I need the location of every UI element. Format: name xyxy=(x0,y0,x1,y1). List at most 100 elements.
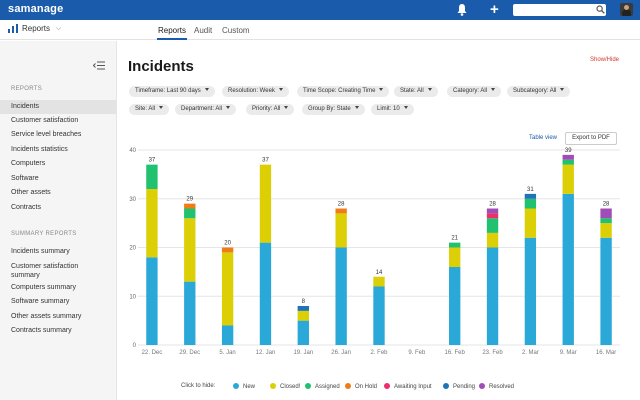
bar-segment[interactable] xyxy=(184,203,196,209)
sidebar-item-computers[interactable]: Computers xyxy=(0,159,116,168)
sidebar-item-customer-satisfaction-summary[interactable]: Customer satisfaction summary xyxy=(0,262,100,280)
bar-total-label: 8 xyxy=(302,299,306,305)
bar-segment[interactable] xyxy=(146,257,158,345)
caret-down-icon xyxy=(284,106,289,109)
bar-segment[interactable] xyxy=(146,164,158,189)
sidebar-item-other-assets[interactable]: Other assets xyxy=(0,188,116,197)
filter-time-scope[interactable]: Time Scope: Creating Time xyxy=(297,86,390,97)
sidebar-item-other-assets-summary[interactable]: Other assets summary xyxy=(0,312,116,321)
bar-segment[interactable] xyxy=(486,247,499,346)
summary-reports-heading: SUMMARY REPORTS xyxy=(11,231,77,237)
module-switcher[interactable]: Reports ⌵ xyxy=(8,24,61,33)
sidebar-item-service-level-breaches[interactable]: Service level breaches xyxy=(0,130,116,139)
bar-segment[interactable] xyxy=(221,252,234,326)
sidebar-item-incidents-summary[interactable]: Incidents summary xyxy=(0,247,116,256)
bar-segment[interactable] xyxy=(562,193,574,345)
collapse-sidebar-icon[interactable] xyxy=(93,61,105,70)
legend-item[interactable]: Resolved xyxy=(479,383,514,390)
filter-label: Subcategory: All xyxy=(513,88,557,94)
caret-down-icon xyxy=(278,88,283,91)
bar-segment[interactable] xyxy=(184,281,196,345)
legend-item[interactable]: Awaiting Input xyxy=(384,383,432,390)
sidebar-item-customer-satisfaction[interactable]: Customer satisfaction xyxy=(0,116,116,125)
sidebar-item-software-summary[interactable]: Software summary xyxy=(0,297,116,306)
sidebar-item-contracts[interactable]: Contracts xyxy=(0,203,116,212)
filter-department[interactable]: Department: All xyxy=(175,104,237,115)
sidebar-item-incidents-statistics[interactable]: Incidents statistics xyxy=(0,145,116,154)
bar-total-label: 37 xyxy=(262,158,269,164)
tab-reports[interactable]: Reports xyxy=(156,26,188,40)
bar-segment[interactable] xyxy=(486,218,499,233)
bar-segment[interactable] xyxy=(221,247,234,253)
legend-label: Pending xyxy=(453,384,476,390)
bar-segment[interactable] xyxy=(562,159,574,165)
bar-segment[interactable] xyxy=(335,208,347,214)
filter-priority[interactable]: Priority: All xyxy=(246,104,295,115)
show-hide-link[interactable]: Show/Hide xyxy=(590,57,619,63)
bar-segment[interactable] xyxy=(373,286,385,346)
bar-segment[interactable] xyxy=(600,237,612,345)
search-input[interactable] xyxy=(513,4,606,16)
legend-label: On Hold xyxy=(355,384,378,390)
sidebar-item-incidents[interactable]: Incidents xyxy=(0,100,116,114)
filter-limit[interactable]: Limit: 10 xyxy=(371,104,414,115)
filter-site[interactable]: Site: All xyxy=(129,104,170,115)
bar-segment[interactable] xyxy=(297,306,309,311)
filter-timeframe[interactable]: Timeframe: Last 90 days xyxy=(129,86,215,97)
user-avatar[interactable] xyxy=(620,3,633,16)
legend-item[interactable]: Pending xyxy=(443,383,475,390)
bar-segment[interactable] xyxy=(259,242,272,345)
bar-segment[interactable] xyxy=(600,208,612,219)
legend-item[interactable]: New xyxy=(233,383,255,390)
bar-segment[interactable] xyxy=(184,218,196,282)
bar-segment[interactable] xyxy=(146,189,158,258)
filter-state[interactable]: State: All xyxy=(394,86,438,97)
bar-segment[interactable] xyxy=(297,310,309,321)
legend-item[interactable]: On Hold xyxy=(345,383,377,390)
bar-segment[interactable] xyxy=(486,232,499,248)
sidebar-item-computers-summary[interactable]: Computers summary xyxy=(0,283,116,292)
tab-custom[interactable]: Custom xyxy=(222,26,250,35)
samanage-logo[interactable]: samanage xyxy=(8,3,63,15)
bar-segment[interactable] xyxy=(335,213,347,248)
bar-segment[interactable] xyxy=(486,213,499,219)
search-icon[interactable] xyxy=(596,5,605,14)
bar-segment[interactable] xyxy=(524,198,537,209)
bar-segment[interactable] xyxy=(335,247,347,346)
sidebar-item-contracts-summary[interactable]: Contracts summary xyxy=(0,326,116,335)
bar-segment[interactable] xyxy=(184,208,196,219)
legend-item[interactable]: Assigned xyxy=(305,383,340,390)
bar-segment[interactable] xyxy=(562,164,574,194)
filter-resolution[interactable]: Resolution: Week xyxy=(222,86,289,97)
bar-segment[interactable] xyxy=(524,193,537,199)
legend-item[interactable]: Closed! xyxy=(270,383,300,390)
filter-subcategory[interactable]: Subcategory: All xyxy=(507,86,571,97)
sidebar-item-software[interactable]: Software xyxy=(0,174,116,183)
filter-category[interactable]: Category: All xyxy=(447,86,502,97)
bar-segment[interactable] xyxy=(600,223,612,238)
x-tick-label: 23. Feb xyxy=(482,350,503,356)
bar-segment[interactable] xyxy=(449,267,461,345)
bar-segment[interactable] xyxy=(449,242,461,248)
bar-segment[interactable] xyxy=(259,164,272,243)
x-tick-label: 2. Feb xyxy=(370,350,388,356)
bar-total-label: 21 xyxy=(451,236,458,242)
x-tick-label: 2. Mar xyxy=(522,350,539,356)
bar-segment[interactable] xyxy=(373,276,385,287)
x-tick-label: 9. Feb xyxy=(408,350,426,356)
x-tick-label: 9. Mar xyxy=(560,350,577,356)
filter-group-by[interactable]: Group By: State xyxy=(302,104,365,115)
tab-audit[interactable]: Audit xyxy=(194,26,212,35)
filter-label: Priority: All xyxy=(252,106,281,112)
bar-segment[interactable] xyxy=(524,237,537,345)
bar-segment[interactable] xyxy=(562,154,574,160)
bar-segment[interactable] xyxy=(600,218,612,224)
bell-icon[interactable] xyxy=(456,3,468,16)
bar-segment[interactable] xyxy=(486,208,499,214)
bar-segment[interactable] xyxy=(297,320,309,345)
add-icon[interactable]: + xyxy=(490,1,499,18)
bar-segment[interactable] xyxy=(449,247,461,268)
bar-segment[interactable] xyxy=(524,208,537,238)
y-tick-label: 40 xyxy=(129,148,136,154)
bar-segment[interactable] xyxy=(221,325,234,346)
